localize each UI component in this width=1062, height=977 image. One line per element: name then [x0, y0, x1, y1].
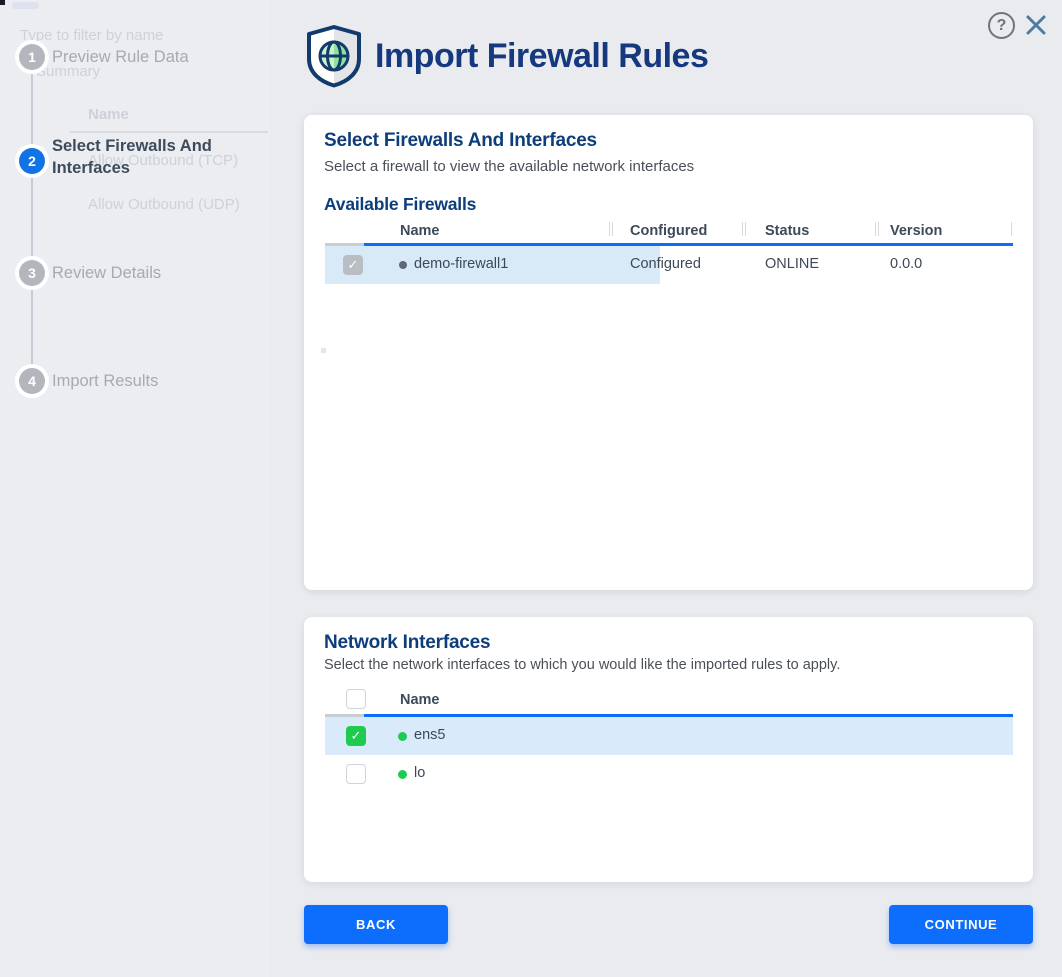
- table-row-interface-lo[interactable]: ✓ lo: [304, 755, 1033, 793]
- interface-up-dot: [398, 770, 407, 779]
- continue-button[interactable]: CONTINUE: [889, 905, 1033, 944]
- step-1-circle: 1: [19, 44, 45, 70]
- shield-globe-icon: [305, 24, 363, 88]
- firewall-row-checkbox[interactable]: ✓: [343, 255, 363, 275]
- background-artifact: [0, 0, 5, 5]
- table-artifact-dot: [321, 348, 326, 353]
- step-3-label: Review Details: [52, 262, 257, 284]
- column-header-status[interactable]: Status: [765, 223, 809, 239]
- ghost-filter-input: Type to filter by name: [20, 27, 163, 44]
- step-3-circle: 3: [19, 260, 45, 286]
- column-header-configured[interactable]: Configured: [630, 223, 707, 239]
- step-1-label: Preview Rule Data: [52, 46, 257, 68]
- firewall-version-cell: 0.0.0: [890, 256, 922, 272]
- step-2-label: Select Firewalls And Interfaces: [52, 135, 257, 179]
- help-icon: ?: [997, 17, 1007, 35]
- firewalls-card-subtitle: Select a firewall to view the available …: [324, 158, 694, 175]
- wizard-stepper-sidebar: Type to filter by name Summary Name Allo…: [0, 0, 270, 977]
- table-row-interface-ens5[interactable]: ✓ ens5: [304, 717, 1033, 755]
- ghost-rule-row-2: Allow Outbound (UDP): [88, 196, 240, 213]
- step-4-circle: 4: [19, 368, 45, 394]
- interfaces-card-title: Network Interfaces: [324, 632, 490, 654]
- firewall-configured-cell: Configured: [630, 256, 701, 272]
- column-resize-handle[interactable]: [1011, 222, 1015, 236]
- firewalls-card-title: Select Firewalls And Interfaces: [324, 130, 597, 152]
- import-firewall-rules-dialog: Type to filter by name Summary Name Allo…: [0, 0, 1062, 977]
- interface-ens5-checkbox[interactable]: ✓: [346, 726, 366, 746]
- column-header-version[interactable]: Version: [890, 223, 942, 239]
- ghost-divider: [70, 131, 268, 133]
- background-artifact-bar: [12, 2, 39, 9]
- interfaces-card-subtitle: Select the network interfaces to which y…: [324, 657, 840, 673]
- close-button[interactable]: [1022, 12, 1050, 40]
- firewall-status-cell: ONLINE: [765, 256, 819, 272]
- interface-lo-checkbox[interactable]: ✓: [346, 764, 366, 784]
- close-icon: [1024, 13, 1048, 37]
- column-resize-handle[interactable]: [742, 222, 746, 236]
- ghost-name-header: Name: [88, 106, 129, 123]
- step-4-number: 4: [28, 373, 36, 389]
- step-4-label: Import Results: [52, 370, 257, 392]
- dialog-main-panel: ? Import Firewall Rules Select Firewalls…: [270, 0, 1062, 977]
- step-3-number: 3: [28, 265, 36, 281]
- stepper-connector-line: [31, 57, 33, 381]
- interface-up-dot: [398, 732, 407, 741]
- help-button[interactable]: ?: [988, 12, 1015, 39]
- interfaces-column-header-name[interactable]: Name: [400, 692, 440, 708]
- select-all-interfaces-checkbox[interactable]: ✓: [346, 689, 366, 709]
- step-1-number: 1: [28, 49, 36, 65]
- step-2-number: 2: [28, 153, 36, 169]
- available-firewalls-title: Available Firewalls: [324, 194, 476, 215]
- network-interfaces-card: Network Interfaces Select the network in…: [304, 617, 1033, 882]
- check-icon: ✓: [348, 257, 359, 273]
- column-resize-handle[interactable]: [609, 222, 613, 236]
- check-icon: ✓: [351, 728, 362, 744]
- step-2-circle: 2: [19, 148, 45, 174]
- dialog-header: Import Firewall Rules: [305, 24, 708, 88]
- column-resize-handle[interactable]: [875, 222, 879, 236]
- select-firewalls-card: Select Firewalls And Interfaces Select a…: [304, 115, 1033, 590]
- interface-name-cell: ens5: [414, 727, 445, 743]
- back-button[interactable]: BACK: [304, 905, 448, 944]
- firewall-status-dot: [399, 261, 407, 269]
- page-title: Import Firewall Rules: [375, 37, 708, 76]
- firewall-name-cell: demo-firewall1: [414, 256, 508, 272]
- interface-name-cell: lo: [414, 765, 425, 781]
- table-row-firewall[interactable]: ✓ demo-firewall1 Configured ONLINE 0.0.0: [304, 246, 1033, 284]
- column-header-name[interactable]: Name: [400, 223, 440, 239]
